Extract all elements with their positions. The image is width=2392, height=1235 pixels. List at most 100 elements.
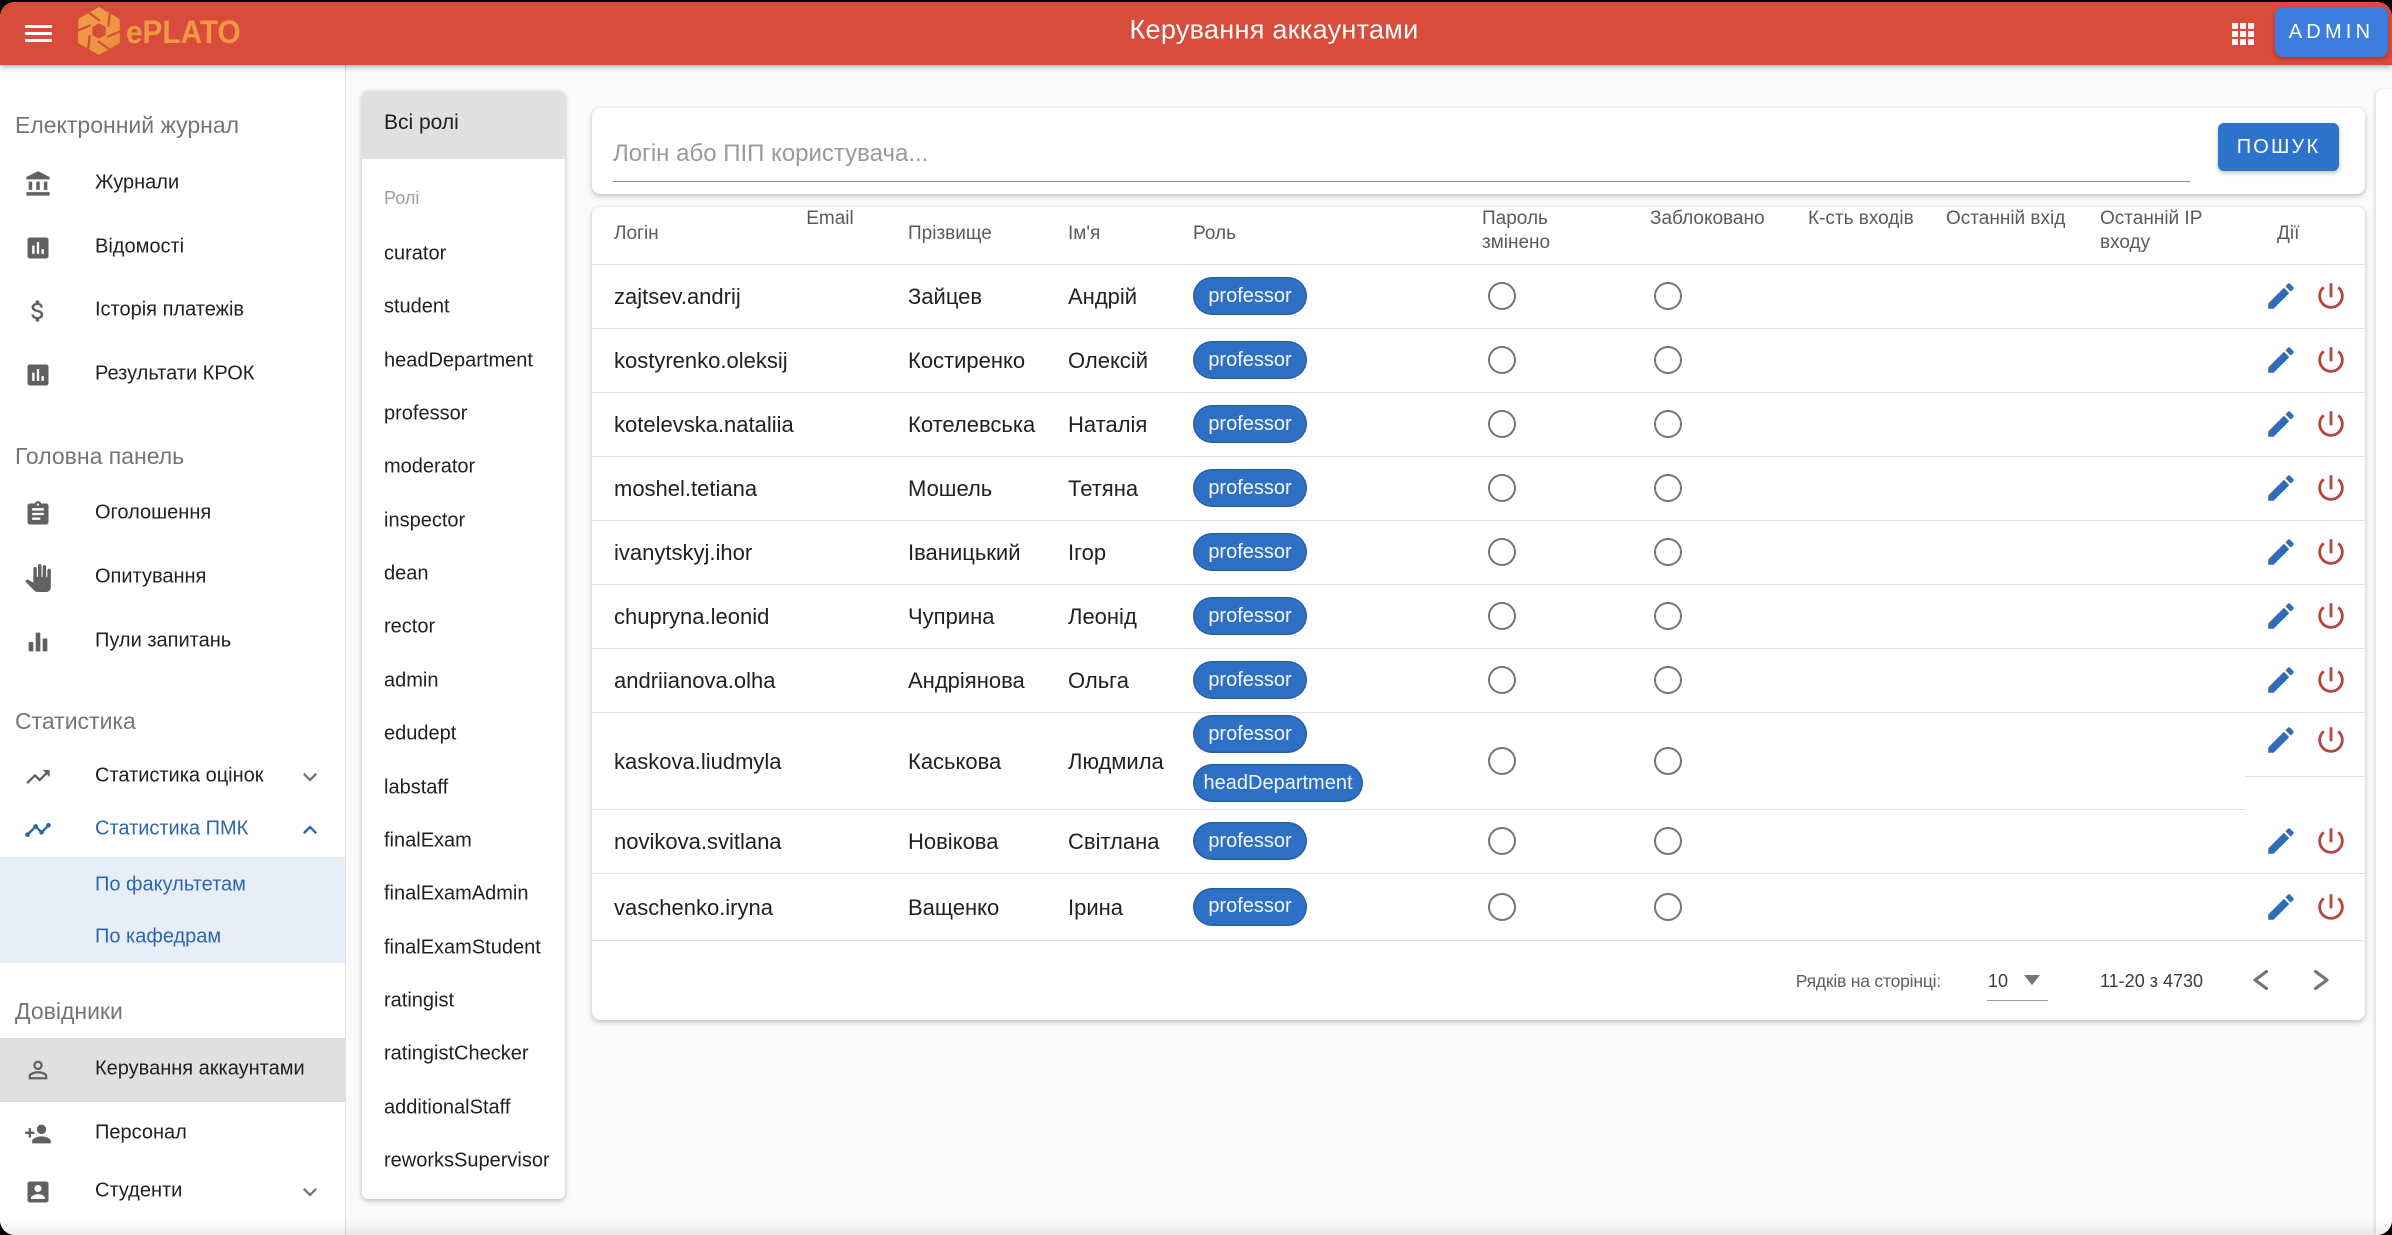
password-changed-radio[interactable] [1488,602,1516,630]
role-item-edudept[interactable]: edudept [362,708,565,761]
power-icon[interactable] [2314,535,2348,569]
power-icon[interactable] [2314,723,2348,757]
role-item-reworksSupervisor[interactable]: reworksSupervisor [362,1134,565,1187]
blocked-radio[interactable] [1654,602,1682,630]
sidebar-item-персонал[interactable]: Персонал [0,1102,345,1166]
password-changed-radio[interactable] [1488,282,1516,310]
edit-pencil-icon[interactable] [2264,407,2298,441]
edit-pencil-icon[interactable] [2264,890,2298,924]
role-item-finalExamAdmin[interactable]: finalExamAdmin [362,868,565,921]
blocked-radio[interactable] [1654,893,1682,921]
role-chip-professor[interactable]: professor [1193,405,1307,443]
blocked-radio[interactable] [1654,827,1682,855]
password-changed-radio[interactable] [1488,747,1516,775]
blocked-radio[interactable] [1654,346,1682,374]
role-item-headDepartment[interactable]: headDepartment [362,334,565,387]
edit-pencil-icon[interactable] [2264,723,2298,757]
blocked-radio[interactable] [1654,474,1682,502]
menu-icon[interactable] [25,20,52,48]
blocked-radio[interactable] [1654,282,1682,310]
power-icon[interactable] [2314,407,2348,441]
column-header-role[interactable]: Роль [1193,222,1236,246]
column-header-surname[interactable]: Прізвище [908,222,992,246]
power-icon[interactable] [2314,824,2348,858]
sidebar-subitem-по-факультетам[interactable]: По факультетам [0,858,345,911]
power-icon[interactable] [2314,890,2348,924]
password-changed-radio[interactable] [1488,346,1516,374]
role-item-moderator[interactable]: moderator [362,441,565,494]
role-chip-professor[interactable]: professor [1193,715,1307,753]
role-item-professor[interactable]: professor [362,388,565,441]
role-chip-professor[interactable]: professor [1193,822,1307,860]
role-item-labstaff[interactable]: labstaff [362,761,565,814]
role-chip-professor[interactable]: professor [1193,469,1307,507]
column-header-logins_count[interactable]: К-сть входів [1808,207,1914,231]
admin-button[interactable]: ADMIN [2275,7,2388,57]
password-changed-radio[interactable] [1488,666,1516,694]
column-header-login[interactable]: Логін [614,222,659,246]
sidebar-item-оголошення[interactable]: Оголошення [0,482,345,546]
password-changed-radio[interactable] [1488,893,1516,921]
edit-pencil-icon[interactable] [2264,279,2298,313]
sidebar-item-журнали[interactable]: Журнали [0,152,345,216]
role-chip-professor[interactable]: professor [1193,533,1307,571]
apps-grid-icon[interactable] [2232,23,2254,45]
previous-page-icon[interactable] [2252,970,2280,998]
rows-per-page-value[interactable]: 10 [1988,971,2008,992]
column-header-email[interactable]: Email [806,207,854,231]
role-chip-professor[interactable]: professor [1193,597,1307,635]
blocked-radio[interactable] [1654,666,1682,694]
role-item-ratingist[interactable]: ratingist [362,974,565,1027]
password-changed-radio[interactable] [1488,410,1516,438]
role-chip-professor[interactable]: professor [1193,277,1307,315]
blocked-radio[interactable] [1654,410,1682,438]
power-icon[interactable] [2314,663,2348,697]
edit-pencil-icon[interactable] [2264,471,2298,505]
sidebar-item-керування-аккаунтами[interactable]: Керування аккаунтами [0,1038,345,1102]
column-header-actions[interactable]: Дії [2277,222,2299,246]
role-item-ratingistChecker[interactable]: ratingistChecker [362,1028,565,1081]
role-chip-headDepartment[interactable]: headDepartment [1193,764,1363,802]
password-changed-radio[interactable] [1488,474,1516,502]
power-icon[interactable] [2314,599,2348,633]
role-item-finalExam[interactable]: finalExam [362,814,565,867]
search-input[interactable] [613,127,2190,182]
role-item-inspector[interactable]: inspector [362,494,565,547]
role-chip-professor[interactable]: professor [1193,661,1307,699]
column-header-firstname[interactable]: Ім'я [1068,222,1100,246]
power-icon[interactable] [2314,343,2348,377]
role-item-additionalStaff[interactable]: additionalStaff [362,1081,565,1134]
edit-pencil-icon[interactable] [2264,663,2298,697]
sidebar-item-студенти[interactable]: Студенти [0,1160,345,1224]
column-header-blocked[interactable]: Заблоковано [1650,207,1765,231]
role-item-curator[interactable]: curator [362,228,565,281]
dropdown-arrow-icon[interactable] [2024,975,2040,985]
password-changed-radio[interactable] [1488,827,1516,855]
power-icon[interactable] [2314,471,2348,505]
role-item-student[interactable]: student [362,281,565,334]
role-item-admin[interactable]: admin [362,654,565,707]
sidebar-item-пули-запитань[interactable]: Пули запитань [0,610,345,674]
all-roles-item[interactable]: Всі ролі [362,91,565,159]
blocked-radio[interactable] [1654,747,1682,775]
role-item-dean[interactable]: dean [362,548,565,601]
password-changed-radio[interactable] [1488,538,1516,566]
sidebar-item-статистика-пмк[interactable]: Статистика ПМК [0,798,345,862]
role-item-rector[interactable]: rector [362,601,565,654]
blocked-radio[interactable] [1654,538,1682,566]
edit-pencil-icon[interactable] [2264,535,2298,569]
column-header-last_login[interactable]: Останній вхід [1946,207,2065,231]
sidebar-item-відомості[interactable]: Відомості [0,216,345,280]
sidebar-item-опитування[interactable]: Опитування [0,546,345,610]
column-header-password_changed[interactable]: Парользмінено [1482,207,1550,255]
edit-pencil-icon[interactable] [2264,343,2298,377]
edit-pencil-icon[interactable] [2264,599,2298,633]
sidebar-item-історія-платежів[interactable]: Історія платежів [0,279,345,343]
role-chip-professor[interactable]: professor [1193,341,1307,379]
role-item-finalExamStudent[interactable]: finalExamStudent [362,921,565,974]
edit-pencil-icon[interactable] [2264,824,2298,858]
power-icon[interactable] [2314,279,2348,313]
search-button[interactable]: ПОШУК [2218,123,2339,171]
next-page-icon[interactable] [2314,970,2342,998]
sidebar-item-результати-крок[interactable]: Результати КРОК [0,343,345,407]
